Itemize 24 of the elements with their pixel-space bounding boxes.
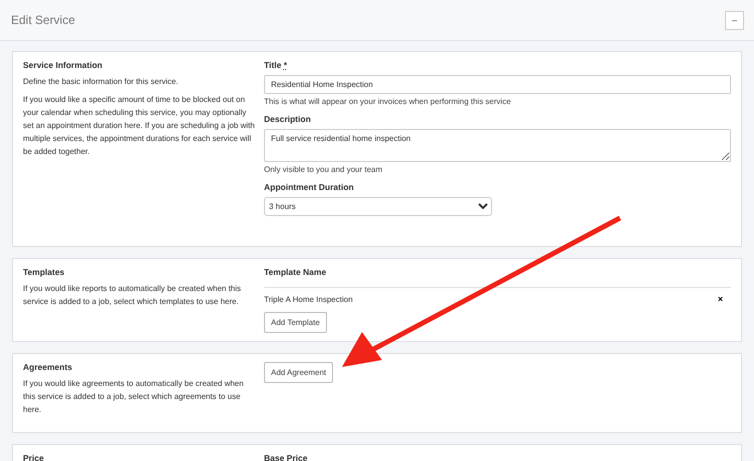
field-label: Description [264,114,312,124]
section-description: Define the basic information for this service. [23,76,180,88]
section-title: Price [23,453,45,461]
panel-title: Edit Service [11,13,76,27]
section-title: Templates [23,267,66,277]
section-title: Service Information [23,60,104,70]
section-title: Agreements [23,362,74,372]
column-header: Template Name [264,267,328,277]
help-text: Only visible to you and your team [264,165,384,174]
section-description: If you would like reports to automatically be created when this service is added to a job, select which templates to use here. [23,283,242,308]
field-label: Title * [264,60,288,70]
help-text: This is what will appear on your invoices when performing this service [264,97,512,106]
collapse-button[interactable]: – [725,10,744,30]
duration-select[interactable]: 3 hours [264,197,492,216]
add-template-button[interactable]: Add Template [264,312,327,333]
add-agreement-button[interactable]: Add Agreement [264,362,334,383]
column-header: Base Price [264,453,308,461]
table-cell: Triple A Home Inspection [264,294,353,304]
title-input[interactable]: Residential Home Inspection [264,75,731,94]
description-field[interactable]: Full service residential home inspection [264,129,731,162]
field-label: Appointment Duration [264,182,355,192]
remove-button[interactable]: × [718,294,723,304]
section-description: If you would like a specific amount of time to be blocked out on your calendar when scheduling this service, you may optionally set an appointment duration here. If you are scheduling a job with multiple services, the appointment durations for each service will be added together. [23,94,256,158]
section-description: If you would like agreements to automatically be created when this service is added to a job, select which agreements to use here. [23,378,245,416]
